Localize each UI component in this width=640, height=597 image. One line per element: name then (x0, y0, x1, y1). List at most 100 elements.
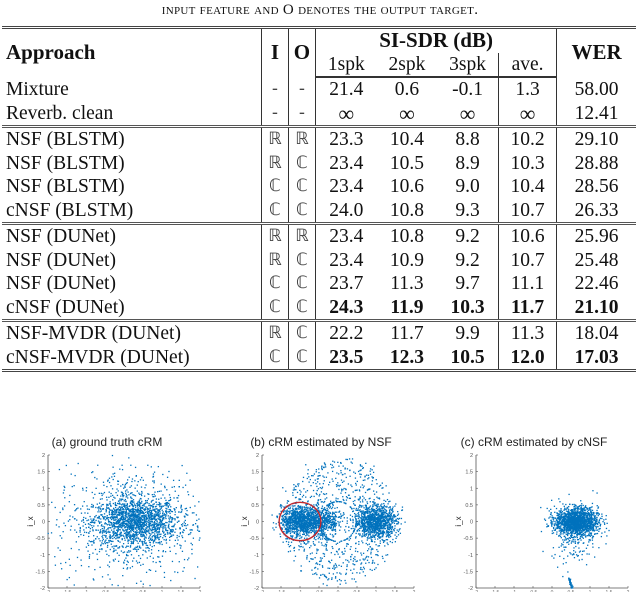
scatter-point (304, 512, 305, 513)
scatter-point (136, 583, 137, 584)
scatter-point (192, 512, 193, 513)
scatter-point (293, 509, 294, 510)
cell-s3: 9.7 (437, 272, 498, 296)
scatter-point (147, 547, 148, 548)
scatter-point (366, 501, 367, 502)
scatter-point (130, 528, 131, 529)
scatter-point (142, 544, 143, 545)
scatter-point (162, 523, 163, 524)
scatter-point (296, 530, 297, 531)
scatter-point (141, 536, 142, 537)
y-tick-label: -2 (254, 586, 259, 592)
scatter-point (112, 541, 113, 542)
scatter-point (372, 570, 373, 571)
scatter-point (316, 527, 317, 528)
scatter-point (127, 497, 128, 498)
scatter-point (128, 536, 129, 537)
scatter-point (155, 511, 156, 512)
cell-output-domain: ℂ (288, 346, 315, 371)
scatter-point (397, 511, 398, 512)
scatter-point (352, 525, 353, 526)
scatter-point (129, 505, 130, 506)
scatter-point (373, 499, 374, 500)
scatter-point (376, 527, 377, 528)
scatter-point (146, 572, 147, 573)
scatter-point (138, 511, 139, 512)
scatter-point (315, 515, 316, 516)
scatter-point (347, 523, 348, 524)
scatter-point (107, 515, 108, 516)
scatter-point (115, 511, 116, 512)
scatter-point (122, 526, 123, 527)
scatter-point (126, 564, 127, 565)
scatter-point (116, 488, 117, 489)
scatter-point (158, 515, 159, 516)
scatter-point (177, 543, 178, 544)
scatter-point (331, 529, 332, 530)
scatter-point (339, 524, 340, 525)
scatter-point (176, 507, 177, 508)
scatter-point (342, 515, 343, 516)
scatter-point (333, 526, 334, 527)
scatter-point (142, 527, 143, 528)
scatter-point (332, 524, 333, 525)
scatter-point (127, 567, 128, 568)
scatter-point (152, 507, 153, 508)
scatter-point (109, 491, 110, 492)
scatter-point (324, 532, 325, 533)
scatter-point (290, 511, 291, 512)
scatter-point (122, 494, 123, 495)
scatter-point (359, 473, 360, 474)
scatter-point (316, 536, 317, 537)
scatter-point (360, 567, 361, 568)
scatter-point (188, 534, 189, 535)
scatter-point (311, 515, 312, 516)
scatter-point (117, 526, 118, 527)
scatter-point (379, 523, 380, 524)
scatter-point (60, 550, 61, 551)
scatter-point (309, 532, 310, 533)
scatter-point (313, 516, 314, 517)
scatter-point (113, 548, 114, 549)
scatter-point (391, 523, 392, 524)
scatter-point (341, 479, 342, 480)
scatter-point (62, 507, 63, 508)
scatter-point (175, 491, 176, 492)
scatter-point (89, 556, 90, 557)
scatter-point (100, 532, 101, 533)
scatter-point (336, 572, 337, 573)
cell-output-domain: ℝ (288, 127, 315, 152)
scatter-point (146, 519, 147, 520)
scatter-point (109, 525, 110, 526)
scatter-point (63, 531, 64, 532)
scatter-point (321, 532, 322, 533)
scatter-point (174, 486, 175, 487)
scatter-point (193, 496, 194, 497)
scatter-point (395, 516, 396, 517)
scatter-point (118, 555, 119, 556)
scatter-point (366, 519, 367, 520)
cell-input-domain: ℂ (261, 346, 288, 371)
scatter-point (136, 547, 137, 548)
scatter-point (115, 523, 116, 524)
scatter-point (83, 517, 84, 518)
scatter-point (318, 526, 319, 527)
scatter-point (122, 484, 123, 485)
scatter-point (112, 510, 113, 511)
scatter-point (158, 556, 159, 557)
scatter-point (359, 528, 360, 529)
cell-s3: 9.9 (437, 321, 498, 346)
cell-s3: 9.2 (437, 224, 498, 249)
scatter-point (358, 514, 359, 515)
scatter-point (144, 530, 145, 531)
scatter-point (160, 561, 161, 562)
scatter-point (303, 488, 304, 489)
scatter-point (117, 495, 118, 496)
scatter-point (102, 540, 103, 541)
scatter-point (169, 504, 170, 505)
scatter-point (327, 516, 328, 517)
header-approach: Approach (2, 28, 261, 78)
scatter-point (141, 516, 142, 517)
results-table: Approach I O SI-SDR (dB) WER 1spk 2spk 3… (2, 26, 636, 372)
header-3spk: 3spk (437, 53, 498, 78)
